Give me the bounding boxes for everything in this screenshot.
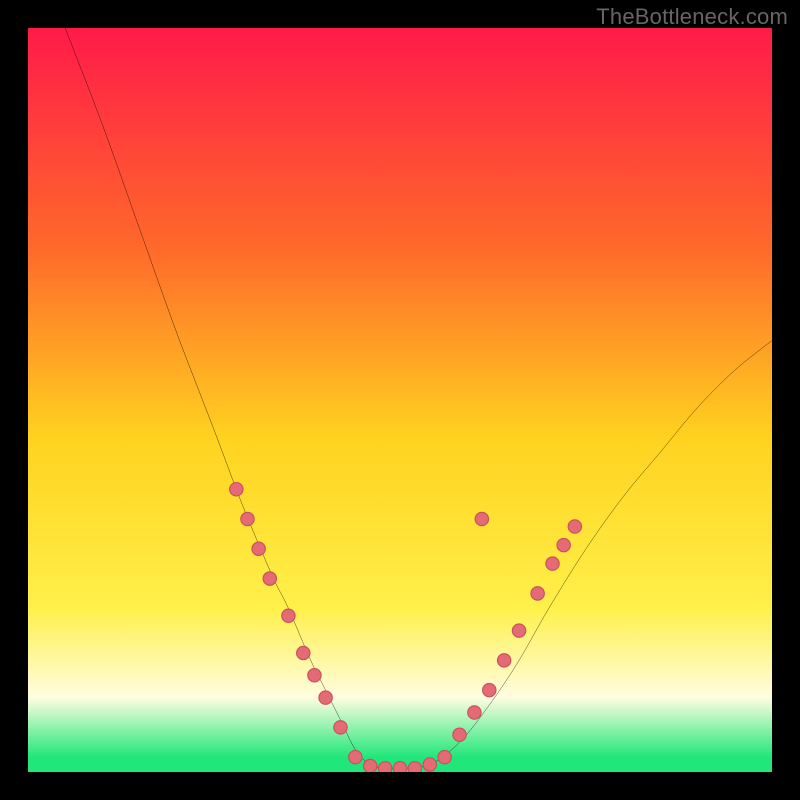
- data-marker: [319, 691, 332, 704]
- data-marker: [252, 542, 265, 555]
- data-marker: [364, 759, 377, 772]
- data-marker: [453, 728, 466, 741]
- bottleneck-chart: [28, 28, 772, 772]
- data-marker: [568, 520, 581, 533]
- data-marker: [468, 706, 481, 719]
- chart-stage: TheBottleneck.com: [0, 0, 800, 800]
- data-marker: [349, 750, 362, 763]
- data-marker: [423, 758, 436, 771]
- data-marker: [308, 669, 321, 682]
- data-marker: [230, 483, 243, 496]
- data-marker: [334, 721, 347, 734]
- data-marker: [475, 512, 488, 525]
- data-marker: [241, 512, 254, 525]
- data-marker: [438, 750, 451, 763]
- gradient-background: [28, 28, 772, 772]
- data-marker: [393, 762, 406, 772]
- data-marker: [378, 762, 391, 772]
- watermark-label: TheBottleneck.com: [596, 4, 788, 30]
- data-marker: [546, 557, 559, 570]
- data-marker: [263, 572, 276, 585]
- data-marker: [483, 683, 496, 696]
- data-marker: [408, 762, 421, 772]
- data-marker: [512, 624, 525, 637]
- data-marker: [497, 654, 510, 667]
- data-marker: [557, 538, 570, 551]
- data-marker: [282, 609, 295, 622]
- data-marker: [531, 587, 544, 600]
- data-marker: [297, 646, 310, 659]
